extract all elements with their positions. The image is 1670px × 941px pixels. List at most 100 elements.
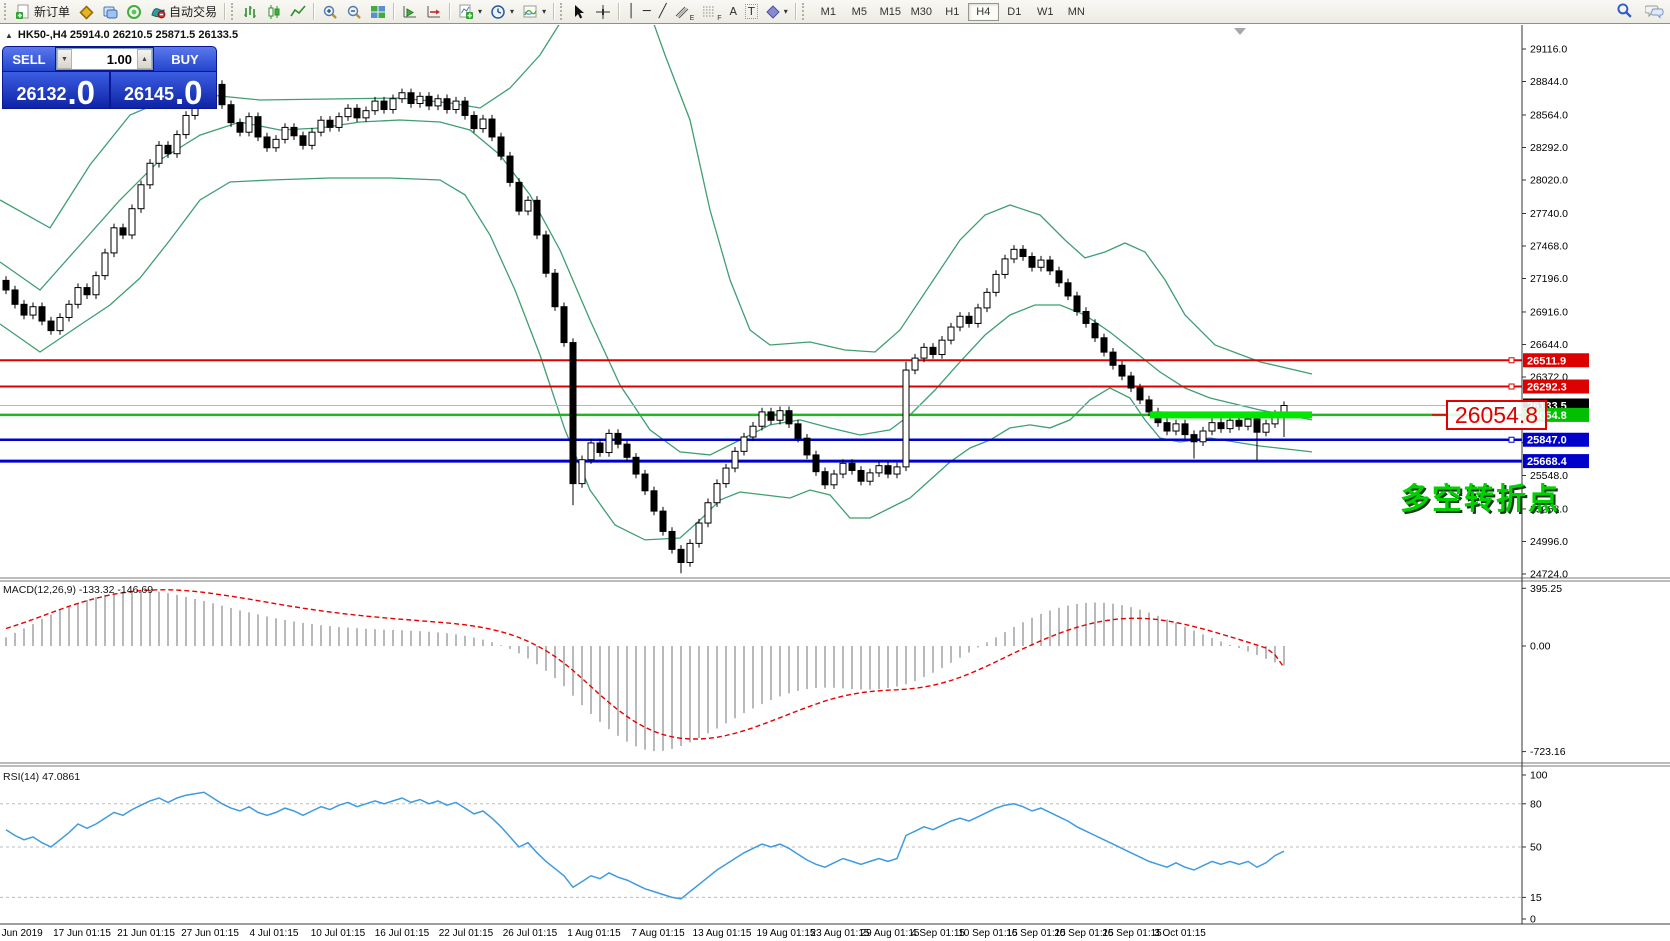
navigator-button[interactable] xyxy=(122,1,146,23)
channel-letter: E xyxy=(690,15,695,22)
auto-scroll-icon xyxy=(402,4,418,20)
toolbar-grip[interactable] xyxy=(4,3,9,20)
cursor-icon xyxy=(571,4,587,20)
svg-text:25847.0: 25847.0 xyxy=(1527,435,1567,447)
timeframe-M5[interactable]: M5 xyxy=(844,3,875,21)
zoom-in-icon xyxy=(322,4,338,20)
crosshair-button[interactable] xyxy=(591,1,615,23)
sell-button[interactable]: SELL xyxy=(3,47,55,71)
market-watch-icon xyxy=(102,4,118,20)
svg-text:1 Jun 2019: 1 Jun 2019 xyxy=(0,928,43,939)
candle xyxy=(678,549,684,562)
candle xyxy=(417,96,423,103)
timeframe-H4[interactable]: H4 xyxy=(968,3,999,21)
bar-chart-button[interactable] xyxy=(238,1,262,23)
toolbar-separator xyxy=(553,3,555,20)
buy-button[interactable]: BUY xyxy=(154,47,216,71)
zoom-out-button[interactable] xyxy=(342,1,366,23)
toolbar-grip[interactable] xyxy=(231,3,236,20)
timeframe-W1[interactable]: W1 xyxy=(1030,3,1061,21)
sell-price-button[interactable]: 26132 .0 xyxy=(3,72,109,108)
svg-text:-723.16: -723.16 xyxy=(1530,746,1566,758)
timeframe-MN[interactable]: MN xyxy=(1061,3,1092,21)
timeframe-M15[interactable]: M15 xyxy=(875,3,906,21)
candle xyxy=(111,228,117,253)
candlestick-chart-button[interactable] xyxy=(262,1,286,23)
horizontal-lines[interactable] xyxy=(0,360,1522,461)
candle xyxy=(894,467,900,474)
candle xyxy=(57,317,63,330)
vertical-line-button[interactable]: │ xyxy=(623,1,639,23)
timeframe-M30[interactable]: M30 xyxy=(906,3,937,21)
buy-price-pips: .0 xyxy=(175,78,203,107)
timeframe-H1[interactable]: H1 xyxy=(937,3,968,21)
equidistant-channel-button[interactable]: E xyxy=(671,1,699,23)
new-order-label: 新订单 xyxy=(34,3,70,20)
horizontal-line-button[interactable]: ─ xyxy=(639,1,655,23)
candle xyxy=(732,451,738,468)
candle xyxy=(48,321,54,331)
svg-text:21 Jun 01:15: 21 Jun 01:15 xyxy=(117,928,175,939)
candle xyxy=(21,304,27,315)
turning-point-note[interactable]: 多空转折点 xyxy=(1400,474,1560,518)
toolbar-grip[interactable] xyxy=(802,3,807,20)
candle xyxy=(759,412,765,426)
candle xyxy=(1083,311,1089,323)
candle xyxy=(552,273,558,306)
chart-shift-marker[interactable] xyxy=(1234,28,1246,35)
support-highlight-bar[interactable] xyxy=(1150,411,1312,418)
candle xyxy=(885,466,891,474)
svg-text:28564.0: 28564.0 xyxy=(1530,109,1568,121)
candle xyxy=(561,307,567,343)
periods-button[interactable]: ▾ xyxy=(486,1,518,23)
chart-shift-button[interactable] xyxy=(422,1,446,23)
candle xyxy=(651,491,657,511)
volume-decrease-button[interactable]: ▼ xyxy=(57,49,72,69)
candle xyxy=(480,119,486,129)
svg-text:7 Aug 01:15: 7 Aug 01:15 xyxy=(631,928,685,939)
candle xyxy=(687,543,693,562)
candle xyxy=(579,460,585,484)
candle xyxy=(444,99,450,110)
candle xyxy=(660,511,666,531)
cursor-button[interactable] xyxy=(567,1,591,23)
new-order-button[interactable]: 新订单 xyxy=(11,1,74,23)
zoom-in-button[interactable] xyxy=(318,1,342,23)
text-button[interactable]: A xyxy=(726,1,742,23)
text-label-button[interactable]: T xyxy=(741,1,762,23)
candle xyxy=(120,228,126,235)
volume-value[interactable]: 1.00 xyxy=(72,49,137,69)
tile-windows-icon xyxy=(370,4,386,20)
trendline-button[interactable]: ╱ xyxy=(655,1,671,23)
volume-increase-button[interactable]: ▲ xyxy=(137,49,152,69)
profile-icon xyxy=(78,4,94,20)
macd-value-1: -133.32 xyxy=(79,584,115,596)
auto-scroll-button[interactable] xyxy=(398,1,422,23)
tile-windows-button[interactable] xyxy=(366,1,390,23)
timeframe-D1[interactable]: D1 xyxy=(999,3,1030,21)
auto-trading-button[interactable]: 自动交易 xyxy=(146,1,221,23)
periods-icon xyxy=(490,4,506,20)
chat-icon[interactable] xyxy=(1645,3,1664,19)
indicators-button[interactable]: ▾ xyxy=(454,1,486,23)
candle xyxy=(966,316,972,323)
search-icon[interactable] xyxy=(1616,2,1633,19)
line-chart-button[interactable] xyxy=(286,1,310,23)
shapes-button[interactable]: ▾ xyxy=(762,1,792,23)
collapse-icon[interactable]: ▲ xyxy=(5,31,13,40)
candle xyxy=(1002,259,1008,275)
candle xyxy=(858,470,864,481)
price-callout-box[interactable]: 26054.8 xyxy=(1446,400,1547,430)
templates-button[interactable]: ▾ xyxy=(518,1,550,23)
candle xyxy=(1128,376,1134,388)
candle xyxy=(102,253,108,276)
one-click-trading-panel: SELL ▼ 1.00 ▲ BUY 26132 .0 26145 .0 xyxy=(2,46,217,109)
toolbar-grip[interactable] xyxy=(560,3,565,20)
fibonacci-button[interactable]: F xyxy=(698,1,725,23)
candle xyxy=(669,531,675,549)
candle xyxy=(1047,260,1053,271)
profile-button[interactable] xyxy=(74,1,98,23)
buy-price-button[interactable]: 26145 .0 xyxy=(111,72,217,108)
market-watch-button[interactable] xyxy=(98,1,122,23)
timeframe-M1[interactable]: M1 xyxy=(813,3,844,21)
